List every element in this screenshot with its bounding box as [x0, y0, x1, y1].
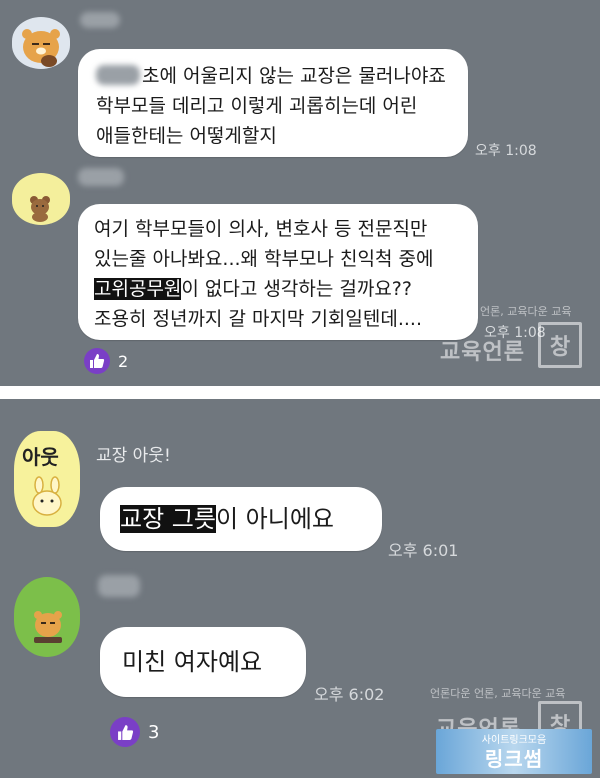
sender-name-blurred — [98, 575, 140, 597]
reaction-count: 3 — [148, 721, 160, 743]
chat-panel-top: 초에 어울리지 않는 교장은 물러나야죠 학부모들 데리고 이렇게 괴롭히는데 … — [0, 0, 600, 386]
thumbs-up-icon — [110, 717, 140, 747]
message-bubble-1[interactable]: 초에 어울리지 않는 교장은 물러나야죠 학부모들 데리고 이렇게 괴롭히는데 … — [78, 49, 468, 157]
logo-title: 링크썸 — [484, 747, 544, 771]
reaction-badge[interactable]: 2 — [84, 348, 128, 374]
sender-name-blurred — [78, 168, 124, 186]
message-bubble-2[interactable]: 여기 학부모들이 의사, 변호사 등 전문직만 있는줄 아나봐요...왜 학부모… — [78, 204, 478, 340]
message-time: 오후 6:01 — [388, 541, 459, 560]
message-text-line: 이 없다고 생각하는 걸까요?? — [181, 278, 412, 300]
thumbs-up-icon — [84, 348, 110, 374]
bear-icon — [30, 196, 50, 222]
message-text-line: 미친 여자예요 — [122, 648, 263, 676]
profile-avatar-out[interactable]: 아웃 — [14, 431, 80, 527]
muzi-icon — [32, 476, 62, 516]
message-text-line: 조용히 정년까지 갈 마지막 기회일텐데.... — [94, 308, 422, 330]
message-time: 오후 1:08 — [475, 143, 537, 159]
reaction-badge[interactable]: 3 — [110, 717, 159, 747]
watermark-title: 교육언론 — [440, 340, 525, 365]
watermark-logo-box: 창 — [538, 322, 582, 368]
profile-avatar-green[interactable] — [14, 577, 80, 657]
profile-avatar-ryan[interactable] — [12, 17, 70, 69]
redacted-text — [96, 65, 140, 85]
ryan-icon — [34, 611, 62, 643]
message-text-line: 있는줄 아나봐요...왜 학부모나 친익척 중에 — [94, 248, 434, 270]
sender-name-blurred — [80, 12, 120, 28]
message-text-line: 초에 어울리지 않는 교장은 물러나야죠 — [142, 65, 446, 87]
highlighted-text: 교장 그릇 — [120, 505, 216, 533]
message-bubble-4[interactable]: 미친 여자예요 — [100, 627, 306, 697]
watermark-slogan: 언론다운 언론, 교육다운 교육 — [430, 687, 566, 700]
avatar-label: 아웃 — [22, 445, 59, 469]
message-text-line: 여기 학부모들이 의사, 변호사 등 전문직만 — [94, 218, 428, 240]
highlighted-text: 고위공무원 — [94, 278, 182, 300]
message-text-line: 학부모들 데리고 이렇게 괴롭히는데 어린 — [96, 95, 418, 117]
message-time: 오후 6:02 — [314, 685, 385, 704]
watermark-slogan: 언론, 교육다운 교육 — [480, 305, 572, 318]
ryan-icon — [22, 29, 60, 67]
message-bubble-3[interactable]: 교장 그릇이 아니에요 — [100, 487, 382, 551]
sender-name: 교장 아웃! — [96, 446, 171, 466]
reaction-count: 2 — [118, 351, 129, 371]
corner-site-logo[interactable]: 사이트링크모음 링크썸 — [436, 729, 592, 774]
chat-panel-bottom: 아웃 교장 아웃! 교장 그릇이 아니에요 오후 6:01 미친 여자예요 오후 — [0, 399, 600, 778]
message-text-line: 애들한테는 어떻게할지 — [96, 125, 277, 147]
message-text-line: 이 아니에요 — [215, 505, 334, 533]
profile-avatar-bear[interactable] — [12, 173, 70, 225]
